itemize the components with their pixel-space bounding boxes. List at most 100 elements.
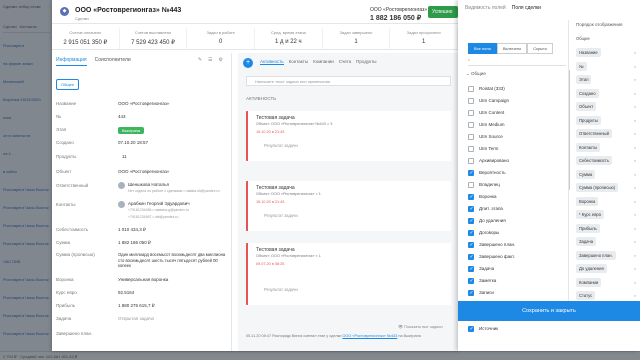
filter-all-button[interactable]: Все поля [468,43,497,54]
field-visibility-item[interactable]: Длит. этапа [466,204,566,216]
field-visibility-item[interactable]: Utm Term [466,144,566,156]
remove-chip-icon[interactable]: × [632,75,638,84]
order-chip[interactable]: Сумма (прописью) [576,183,619,192]
field-value[interactable]: Выиграна [118,127,145,134]
stage-badge[interactable]: Выиграна [118,127,145,134]
field-visibility-item[interactable]: Договоры [466,228,566,240]
field-visibility-item[interactable]: Завершено план. [466,240,566,252]
order-chip[interactable]: Этап [576,75,592,84]
tab-invoices[interactable]: Счета [339,59,351,65]
remove-chip-icon[interactable]: × [632,129,638,138]
field-visibility-item[interactable]: Utm Content [466,108,566,120]
field-visibility-item[interactable]: Архивировано [466,156,566,168]
tab-products[interactable]: Продукты [356,59,376,65]
order-chip[interactable]: Сумма [576,169,596,179]
field-checkbox[interactable] [468,254,474,260]
field-checkbox[interactable] [468,278,474,284]
task-card[interactable]: Тестовая задача Объект: ООО «Ростоврегио… [246,111,451,161]
tab-field-visibility[interactable]: Видимость полей [465,5,506,15]
gear-icon[interactable]: ⚙ [219,57,223,63]
order-chip[interactable]: Ответственный [576,129,612,138]
field-value[interactable]: Открытая задача [118,316,154,321]
remove-chip-icon[interactable]: × [632,197,638,206]
order-chip[interactable]: Название [576,48,601,57]
order-chip[interactable]: Завершено план. [576,250,616,260]
remove-chip-icon[interactable]: × [632,62,638,71]
field-checkbox[interactable] [468,194,474,200]
task-title[interactable]: Тестовая задача [256,115,295,121]
edit-icon[interactable]: ✎ [198,57,202,63]
tab-info[interactable]: Информация [56,57,87,66]
field-checkbox[interactable] [468,218,474,224]
field-checkbox[interactable] [468,158,474,164]
field-checkbox[interactable] [468,134,474,140]
field-visibility-item[interactable]: Записи [466,288,566,300]
remove-chip-icon[interactable]: × [632,89,638,98]
task-card[interactable]: Тестовая задача Объект: ООО «Ростоврегио… [246,243,451,305]
order-chip[interactable]: № [576,61,587,71]
remove-chip-icon[interactable]: × [632,102,638,111]
subtab-general[interactable]: Общее [56,79,80,90]
tab-companies[interactable]: Компании [313,59,334,65]
order-chip[interactable]: Статус [576,291,596,300]
remove-chip-icon[interactable]: × [632,237,638,246]
order-chip[interactable]: До удаления [576,264,607,273]
filter-hidden-button[interactable]: Скрыто [527,43,554,54]
add-activity-button[interactable]: + [243,58,253,68]
task-title[interactable]: Тестовая задача [256,185,295,191]
remove-chip-icon[interactable]: × [632,116,638,125]
field-visibility-item[interactable]: Источник [466,324,566,336]
field-checkbox[interactable] [468,122,474,128]
remove-chip-icon[interactable]: × [632,278,638,287]
log-deal-link[interactable]: ООО «Ростоврегионгаз» №443 [342,334,397,338]
tab-co-executors[interactable]: Соисполнители [95,57,131,66]
field-checkbox[interactable] [468,230,474,236]
field-visibility-item[interactable]: Заметка [466,276,566,288]
field-value[interactable]: ООО «Ростоврегионгаз» [118,169,169,174]
tab-contacts[interactable]: Контакты [289,59,308,65]
field-checkbox[interactable] [468,146,474,152]
task-result[interactable]: Результат задачи [264,213,298,218]
order-chip[interactable]: Задача [576,237,597,246]
field-checkbox[interactable] [468,182,474,188]
field-value[interactable]: ООО «Ростоврегионгаз» [118,101,169,106]
remove-chip-icon[interactable]: × [632,170,638,179]
remove-chip-icon[interactable]: × [632,210,638,219]
remove-chip-icon[interactable]: × [632,143,638,152]
field-checkbox[interactable] [468,290,474,296]
order-chip[interactable]: Объект [576,102,597,111]
remove-chip-icon[interactable]: × [632,251,638,260]
tab-deal-fields[interactable]: Поля сделки [512,5,541,15]
order-chip[interactable]: Прибыль [576,223,600,233]
field-checkbox[interactable] [468,98,474,104]
contact-name[interactable]: Арабкин Георгий Эдуардович [128,201,190,206]
field-checkbox[interactable] [468,170,474,176]
field-checkbox[interactable] [468,266,474,272]
activity-input[interactable]: Напишите текст задачи или примечания [246,76,451,86]
field-visibility-item[interactable]: Задача [466,264,566,276]
field-visibility-item[interactable]: Utm Campaign [466,96,566,108]
order-chip[interactable]: Создано [576,88,599,98]
order-chip[interactable]: * Курс евро [576,210,605,219]
order-chip[interactable]: Контакты [576,142,601,152]
order-chip[interactable]: Компании [576,277,602,287]
field-checkbox[interactable] [468,110,474,116]
task-card[interactable]: Тестовая задача Объект: ООО «Ростоврегио… [246,181,451,231]
field-search-input[interactable]: ⌕ [468,57,566,66]
field-visibility-item[interactable]: Воронка [466,192,566,204]
field-visibility-item[interactable]: Utm Medium [466,120,566,132]
field-checkbox[interactable] [468,326,474,332]
filter-icon[interactable]: ☰ [208,57,212,63]
show-all-tasks-link[interactable]: 👁 Показать все задачи [398,324,443,329]
remove-chip-icon[interactable]: × [632,264,638,273]
order-chip[interactable]: Воронка [576,196,599,206]
field-visibility-item[interactable]: До удаления [466,216,566,228]
field-checkbox[interactable] [468,86,474,92]
field-visibility-item[interactable]: Utm Source [466,132,566,144]
order-chip[interactable]: Себестоимость [576,156,613,165]
remove-chip-icon[interactable]: × [632,48,638,57]
task-result[interactable]: Результат задачи [264,287,298,292]
order-chip[interactable]: Продукты [576,115,601,125]
deal-company[interactable]: ООО «Ростоврегионгаз» [370,7,427,13]
task-title[interactable]: Тестовая задача [256,247,295,253]
